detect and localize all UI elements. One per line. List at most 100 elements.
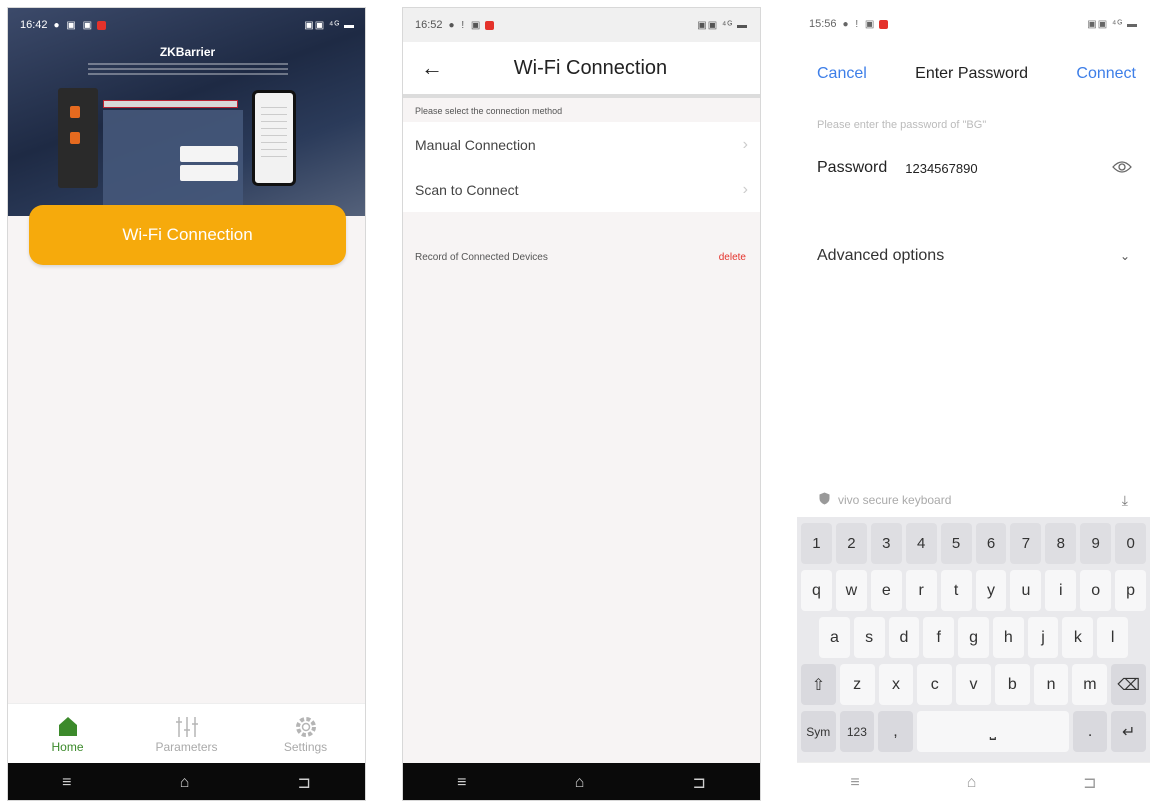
turnstile-image xyxy=(58,88,98,188)
key[interactable]: u xyxy=(1010,570,1042,611)
password-hint: Please enter the password of "BG" xyxy=(817,119,987,131)
key[interactable]: e xyxy=(870,570,902,611)
keyboard-header: vivo secure keyboard ⤓ xyxy=(797,485,1150,515)
brand-title: ZKBarrier xyxy=(159,45,216,59)
backspace-key[interactable]: ⌫ xyxy=(1111,664,1147,705)
phone-mockup-image xyxy=(252,90,296,186)
number-row: 1234567890 xyxy=(799,521,1148,566)
menu-nav-icon[interactable]: ≡ xyxy=(457,774,466,792)
page-title: Wi-Fi Connection xyxy=(513,56,668,79)
password-input[interactable] xyxy=(905,160,1046,176)
shield-icon xyxy=(819,492,830,508)
soft-keyboard: 1234567890 qwertyuiop asdfghjkl ⇧ zxcvbn… xyxy=(797,517,1150,762)
record-label: Record of Connected Devices xyxy=(415,252,548,263)
key[interactable]: 5 xyxy=(940,523,972,564)
collapse-keyboard-icon[interactable]: ⤓ xyxy=(1122,492,1128,509)
shift-key[interactable]: ⇧ xyxy=(801,664,836,705)
delete-link[interactable]: delete xyxy=(719,252,746,263)
sym-key[interactable]: Sym xyxy=(801,711,836,752)
key[interactable]: f xyxy=(923,617,955,658)
connect-button[interactable]: Connect xyxy=(1076,65,1136,83)
home-nav-icon[interactable]: ⌂ xyxy=(180,774,190,792)
back-nav-icon[interactable]: ⊐ xyxy=(297,773,310,793)
dialog-header: Cancel Enter Password Connect xyxy=(797,57,1150,91)
key[interactable]: m xyxy=(1072,664,1108,705)
key[interactable]: l xyxy=(1097,617,1129,658)
key[interactable]: q xyxy=(801,570,832,611)
key[interactable]: i xyxy=(1045,570,1077,611)
connected-devices-header: Record of Connected Devices delete xyxy=(415,252,746,263)
eye-icon[interactable] xyxy=(1112,160,1132,177)
key[interactable]: t xyxy=(940,570,972,611)
notification-red-icon xyxy=(97,20,107,30)
advanced-options-row[interactable]: Advanced options ⌄ xyxy=(817,241,1130,271)
tab-home[interactable]: Home xyxy=(8,704,127,763)
back-arrow-icon[interactable]: ← xyxy=(421,55,443,81)
key[interactable]: 1 xyxy=(801,523,832,564)
key[interactable]: x xyxy=(878,664,914,705)
menu-nav-icon[interactable]: ≡ xyxy=(850,774,859,792)
app-bar: ← Wi-Fi Connection xyxy=(403,42,760,98)
password-label: Password xyxy=(817,159,888,176)
key[interactable]: h xyxy=(992,617,1024,658)
system-nav-bar: ≡ ⌂ ⊐ xyxy=(8,763,365,800)
tab-parameters[interactable]: Parameters xyxy=(127,704,246,763)
letter-row-2: asdfghjkl xyxy=(799,615,1148,660)
home-nav-icon[interactable]: ⌂ xyxy=(575,774,585,792)
numeric-key[interactable]: 123 xyxy=(839,711,875,752)
key[interactable]: 6 xyxy=(975,523,1007,564)
key[interactable]: z xyxy=(839,664,875,705)
key[interactable]: b xyxy=(994,664,1030,705)
home-nav-icon[interactable]: ⌂ xyxy=(967,774,977,792)
key[interactable]: y xyxy=(975,570,1007,611)
key[interactable]: 2 xyxy=(835,523,867,564)
key[interactable]: 0 xyxy=(1115,523,1147,564)
banner-subtitle-lines xyxy=(88,60,288,78)
keyboard-label: vivo secure keyboard xyxy=(838,493,952,507)
key[interactable]: c xyxy=(917,664,953,705)
key[interactable]: 8 xyxy=(1045,523,1077,564)
notification-icons: ● ! ▣ xyxy=(448,19,483,31)
manual-connection-item[interactable]: Manual Connection › xyxy=(403,122,760,167)
key[interactable]: a xyxy=(819,617,850,658)
bottom-key-row: Sym 123 , ⎵ . ↵ xyxy=(799,709,1148,754)
comma-key[interactable]: , xyxy=(878,711,913,752)
key[interactable]: p xyxy=(1115,570,1147,611)
system-status-icons: ▣▣ ⁴ᴳ ▬ xyxy=(1087,18,1138,30)
key[interactable]: s xyxy=(853,617,885,658)
key[interactable]: 3 xyxy=(870,523,902,564)
key[interactable]: j xyxy=(1027,617,1059,658)
key[interactable]: 7 xyxy=(1010,523,1042,564)
key[interactable]: g xyxy=(958,617,989,658)
back-nav-icon[interactable]: ⊐ xyxy=(692,773,705,793)
menu-nav-icon[interactable]: ≡ xyxy=(62,774,71,792)
password-row: Password xyxy=(817,153,1132,183)
key[interactable]: r xyxy=(905,570,937,611)
scan-to-connect-item[interactable]: Scan to Connect › xyxy=(403,167,760,212)
tab-settings[interactable]: Settings xyxy=(246,704,365,763)
tab-parameters-label: Parameters xyxy=(155,739,218,754)
key[interactable]: o xyxy=(1080,570,1112,611)
period-key[interactable]: . xyxy=(1072,711,1108,752)
key[interactable]: 4 xyxy=(905,523,937,564)
key[interactable]: d xyxy=(888,617,920,658)
phone-wifi-connection-screen: 16:52 ● ! ▣ ▣▣ ⁴ᴳ ▬ ← Wi-Fi Connection P… xyxy=(402,7,761,801)
key[interactable]: n xyxy=(1033,664,1069,705)
sliders-icon xyxy=(174,714,200,740)
cancel-button[interactable]: Cancel xyxy=(817,65,867,83)
key[interactable]: v xyxy=(956,664,991,705)
tab-settings-label: Settings xyxy=(283,739,328,754)
enter-key[interactable]: ↵ xyxy=(1111,711,1147,752)
key[interactable]: k xyxy=(1062,617,1094,658)
wifi-connection-button[interactable]: Wi-Fi Connection xyxy=(29,205,346,265)
status-time: 16:42 xyxy=(20,19,48,31)
notification-icons: ● ▣ ▣ xyxy=(53,19,95,31)
notification-red-icon xyxy=(485,20,495,30)
back-nav-icon[interactable]: ⊐ xyxy=(1083,773,1096,793)
space-key[interactable]: ⎵ xyxy=(916,711,1069,752)
key[interactable]: w xyxy=(835,570,867,611)
key[interactable]: 9 xyxy=(1080,523,1112,564)
letter-row-1: qwertyuiop xyxy=(799,568,1148,613)
app-store-badge xyxy=(180,146,238,162)
advanced-options-label: Advanced options xyxy=(817,247,945,264)
